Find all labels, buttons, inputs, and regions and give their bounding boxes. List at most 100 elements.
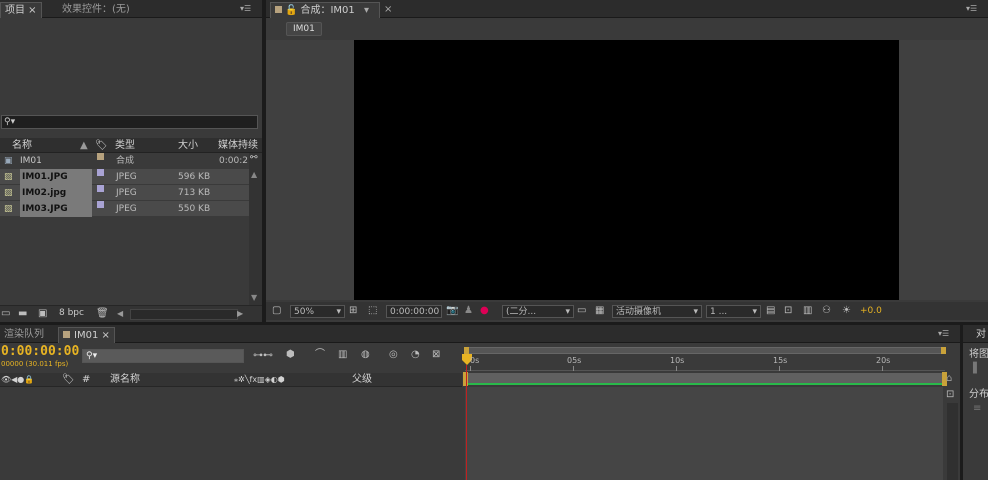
tab-project[interactable]: 项目 × <box>0 2 42 18</box>
graph-editor-icon[interactable]: ⊠ <box>432 349 440 361</box>
av-features-icons[interactable]: 👁◀●🔒 <box>1 372 34 387</box>
timeline-search-input[interactable]: ⚲▾ <box>82 349 244 363</box>
new-folder-icon[interactable]: ▬ <box>18 308 27 320</box>
layer-switches-icons[interactable]: ⁎✲╲fx▥◈◐⬢ <box>234 372 285 387</box>
comp-button-icon[interactable]: ⊡ <box>946 389 954 401</box>
tab-project-label: 项目 <box>5 5 25 16</box>
tab-timeline-comp[interactable]: IM01 × <box>58 327 115 343</box>
work-area-bar[interactable] <box>463 372 947 386</box>
align-left-icon[interactable]: ▌ <box>973 363 981 375</box>
motion-blur-icon[interactable]: ◍ <box>361 349 370 361</box>
column-name[interactable]: 名称 <box>12 138 32 153</box>
camera-snapshot-icon[interactable]: 📷 <box>446 305 458 317</box>
time-navigator[interactable] <box>464 347 946 354</box>
label-color-swatch[interactable] <box>97 153 104 160</box>
tab-composition[interactable]: 🔓 合成：IM01 ▾ <box>270 2 380 18</box>
distribute-top-icon[interactable]: ≡ <box>973 403 981 415</box>
fast-previews-icon[interactable]: ⊡ <box>784 305 792 317</box>
close-icon[interactable]: × <box>380 2 396 18</box>
composition-mini-flowchart-icon[interactable]: ⊶⊷ <box>253 350 273 362</box>
column-source-name[interactable]: 源名称 <box>110 372 140 387</box>
toggle-pixel-aspect-icon[interactable]: ▤ <box>766 305 775 317</box>
trash-icon[interactable]: 🗑 <box>96 308 109 320</box>
auto-keyframe-icon[interactable]: ◔ <box>411 349 420 361</box>
panel-menu-icon[interactable]: ▾☰ <box>240 3 254 14</box>
composition-viewer[interactable] <box>354 40 899 300</box>
label-tag-icon[interactable]: 🏷 <box>95 138 108 153</box>
project-item-row[interactable]: ▣ IM01 合成 0:00:2 <box>0 153 249 169</box>
tab-render-queue[interactable]: 渲染队列 <box>0 327 48 343</box>
project-vertical-scrollbar[interactable]: ⚯ ▲ ▼ <box>249 153 262 306</box>
project-tabbar: 项目 × 效果控件：(无) ▾☰ <box>0 0 262 18</box>
panel-menu-icon[interactable]: ▾☰ <box>966 3 980 14</box>
zoom-value: 50% <box>294 307 315 317</box>
ruler-tick <box>779 366 780 371</box>
timeline-vertical-scrollbar[interactable] <box>947 403 958 480</box>
time-ruler[interactable] <box>465 354 945 371</box>
new-composition-icon[interactable]: ▣ <box>38 308 47 320</box>
frame-blending-icon[interactable]: ▥ <box>338 349 347 361</box>
show-snapshot-icon[interactable]: ♟ <box>464 305 473 317</box>
scroll-up-icon[interactable]: ▲ <box>251 170 257 179</box>
navigator-start-handle[interactable] <box>464 347 469 354</box>
image-file-icon: ▨ <box>4 172 13 182</box>
label-color-swatch[interactable] <box>97 201 104 208</box>
always-preview-icon[interactable]: ▢ <box>272 305 281 317</box>
playhead-line <box>466 365 467 480</box>
column-size[interactable]: 大小 <box>178 138 198 153</box>
project-panel: 项目 × 效果控件：(无) ▾☰ ⚲▾ 名称 ▲ 🏷 类型 大小 媒体持续 ▣ I… <box>0 0 262 322</box>
sort-arrow-icon[interactable]: ▲ <box>80 138 88 153</box>
exposure-icon[interactable]: ☀ <box>842 305 851 317</box>
scroll-right-icon[interactable]: ▶ <box>237 308 243 320</box>
ruler-tick <box>470 366 471 371</box>
interpret-footage-icon[interactable]: ▭ <box>1 308 10 320</box>
tab-align[interactable]: 对 <box>972 327 988 343</box>
comp-marker-bin-icon[interactable]: ⌂ <box>946 373 952 385</box>
project-horizontal-scrollbar[interactable] <box>130 309 238 320</box>
mask-visibility-icon[interactable]: ⬚ <box>368 305 377 317</box>
chevron-down-icon[interactable]: ▾ <box>364 5 369 16</box>
transparency-grid-icon[interactable]: ▦ <box>595 305 604 317</box>
project-item-row[interactable]: ▨ IM03.JPG JPEG 550 KB <box>0 201 249 217</box>
item-type: JPEG <box>116 172 137 182</box>
column-type[interactable]: 类型 <box>115 138 135 153</box>
current-time-display[interactable]: 0:00:00:00 <box>1 344 79 359</box>
comp-color-swatch <box>63 331 70 338</box>
flowchart-icon[interactable]: ⚇ <box>822 305 831 317</box>
navigator-end-handle[interactable] <box>941 347 946 354</box>
brainstorm-icon[interactable]: ◎ <box>389 349 398 361</box>
region-of-interest-icon[interactable]: ▭ <box>577 305 586 317</box>
current-time-field[interactable]: 0:00:00:00 <box>386 305 442 318</box>
comp-color-swatch <box>275 6 282 13</box>
magnification-dropdown[interactable]: 50% ▾ <box>290 305 345 318</box>
panel-menu-icon[interactable]: ▾☰ <box>938 328 952 339</box>
lock-icon[interactable]: 🔓 <box>285 5 297 16</box>
scroll-down-icon[interactable]: ▼ <box>251 293 257 302</box>
label-color-swatch[interactable] <box>97 185 104 192</box>
item-name: IM03.JPG <box>20 201 92 217</box>
color-depth-label[interactable]: 8 bpc <box>59 308 84 318</box>
camera-view-dropdown[interactable]: 活动摄像机 ▾ <box>612 305 702 318</box>
view-layout-dropdown[interactable]: 1 ... ▾ <box>706 305 761 318</box>
composition-icon: ▣ <box>4 156 13 166</box>
project-search-input[interactable]: ⚲▾ <box>1 115 258 129</box>
item-name: IM01.JPG <box>20 169 92 185</box>
comp-breadcrumb[interactable]: IM01 <box>286 22 322 36</box>
resolution-dropdown[interactable]: (二分... ▾ <box>502 305 574 318</box>
scroll-left-icon[interactable]: ◀ <box>117 308 123 320</box>
project-item-row[interactable]: ▨ IM02.jpg JPEG 713 KB <box>0 185 249 201</box>
timeline-icon[interactable]: ▥ <box>803 305 812 317</box>
exposure-value[interactable]: +0.0 <box>860 306 882 316</box>
item-name: IM01 <box>20 156 42 166</box>
label-tag-icon[interactable]: 🏷 <box>62 372 75 387</box>
shy-layers-icon[interactable]: ⌒ <box>315 349 325 361</box>
column-parent[interactable]: 父级 <box>352 372 372 387</box>
item-name: IM02.jpg <box>20 185 92 201</box>
project-item-row[interactable]: ▨ IM01.JPG JPEG 596 KB <box>0 169 249 185</box>
column-duration[interactable]: 媒体持续 <box>218 138 258 153</box>
safe-margins-icon[interactable]: ⊞ <box>349 305 357 317</box>
color-channels-icon[interactable]: ● <box>480 305 489 317</box>
draft-3d-icon[interactable]: ⬢ <box>286 349 295 361</box>
label-color-swatch[interactable] <box>97 169 104 176</box>
tab-effect-controls[interactable]: 效果控件：(无) <box>58 2 134 18</box>
